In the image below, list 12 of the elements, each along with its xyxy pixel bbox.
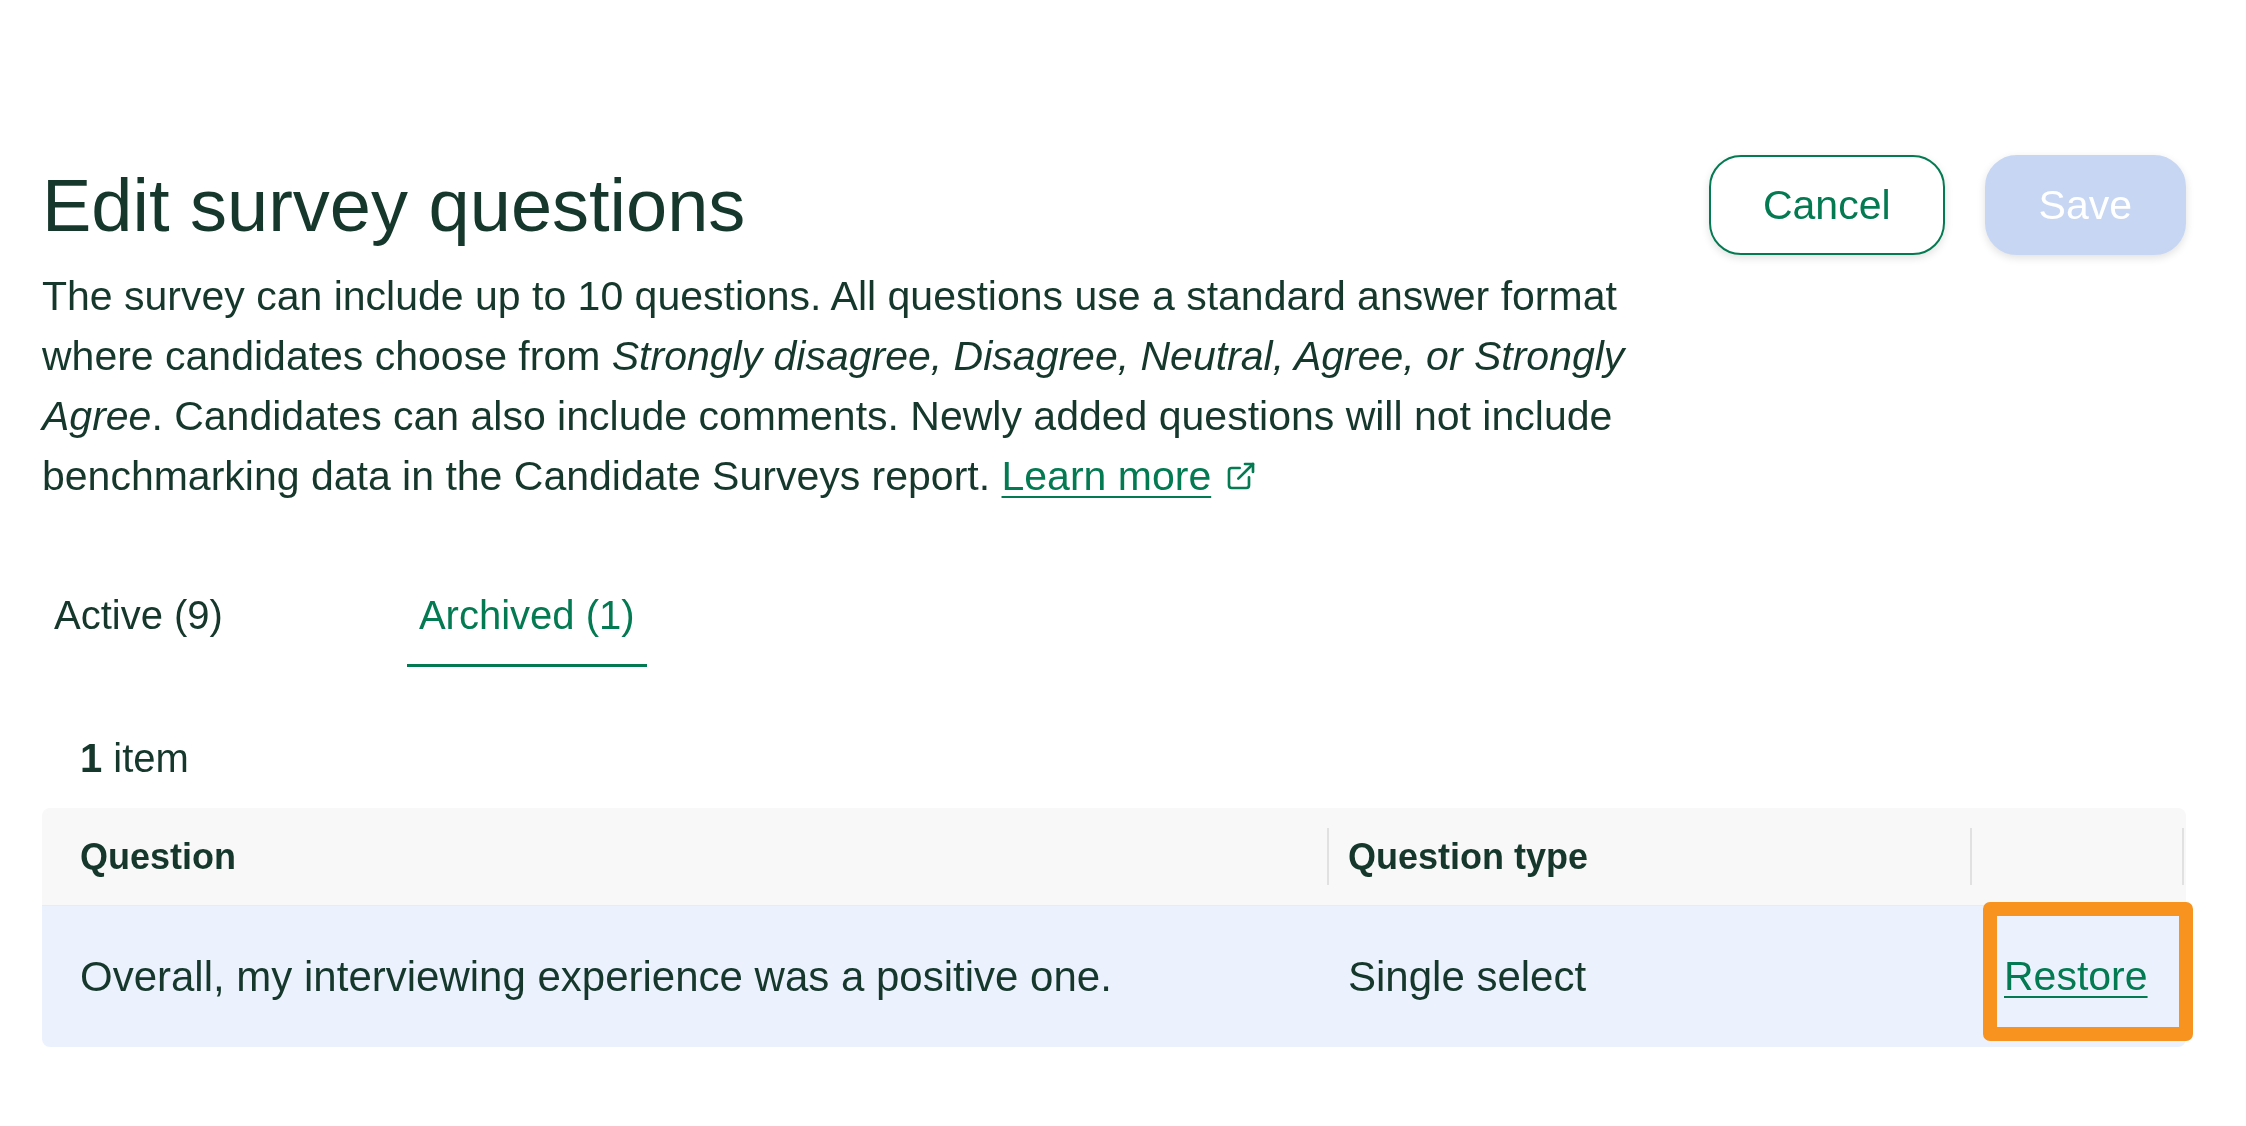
tab[interactable]: Archived (1) (406, 570, 647, 667)
restore-link[interactable]: Restore (2004, 953, 2148, 1000)
column-header: Question (80, 835, 236, 878)
description-text: The survey can include up to 10 questions. All questions use a standard answer format where candidates choose from Strongly disagree, Disagree, Neutral, Agree, or Strongly Agree. Candidates can also include comments. Newly added questions will not include benchmarking data in the Candidate Surveys report. Learn more (42, 266, 1709, 506)
table-cell: Overall, my interviewing experience was a positive one. (80, 952, 1112, 1001)
item-count: 1 item (80, 736, 189, 780)
tab[interactable]: Active (9) (42, 570, 235, 667)
column-header: Question type (1348, 835, 1589, 878)
learn-more-link[interactable]: Learn more (1001, 446, 1258, 506)
page-title: Edit survey questions (42, 164, 746, 248)
cancel-button[interactable]: Cancel (1708, 155, 1945, 255)
table-cell: Single select (1348, 952, 1587, 1001)
